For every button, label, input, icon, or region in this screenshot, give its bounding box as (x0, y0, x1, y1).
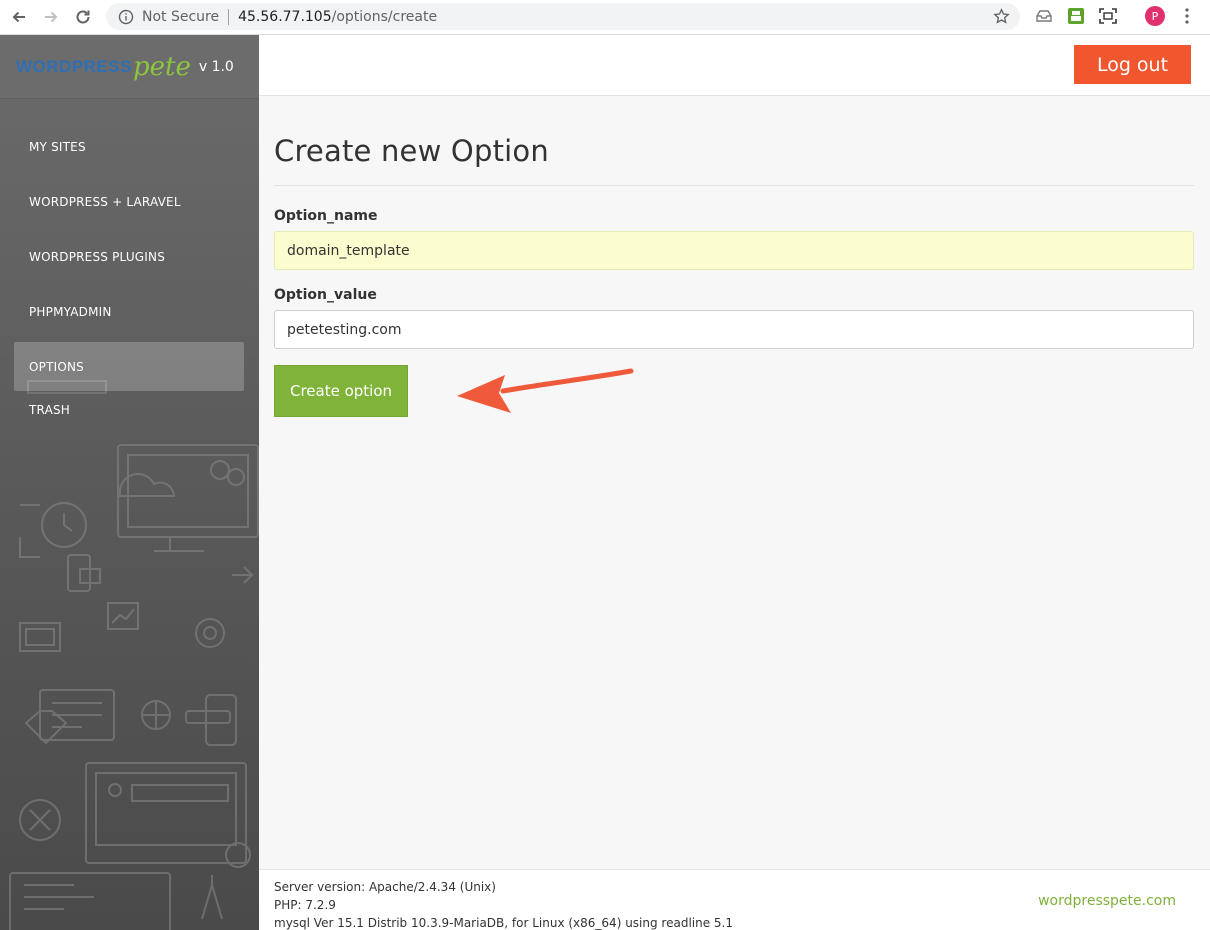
sidebar-item-label: TRASH (29, 402, 71, 417)
extension-screenshot-icon[interactable] (1098, 6, 1118, 26)
omnibox-separator (228, 8, 230, 25)
option-name-input[interactable]: domain_template (274, 231, 1194, 270)
sidebar-item-wordpress-plugins[interactable]: WORDPRESS PLUGINS (14, 232, 244, 281)
security-label: Not Secure (142, 8, 220, 25)
brand-wordpress-text: WORDPRESS (16, 56, 132, 76)
sidebar-item-trash[interactable]: TRASH (14, 385, 244, 434)
url-host: 45.56.77.105 (238, 8, 332, 25)
option-value-input[interactable]: petetesting.com (274, 310, 1194, 349)
sidebar-item-label: PHPMYADMIN (29, 304, 112, 319)
address-bar[interactable]: Not Secure 45.56.77.105/options/create (106, 3, 1020, 30)
profile-avatar[interactable]: P (1145, 6, 1165, 26)
sidebar-decoration-illustration (9, 380, 259, 930)
sidebar-item-label: MY SITES (29, 139, 86, 154)
logout-button[interactable]: Log out (1074, 45, 1191, 84)
sidebar-item-my-sites[interactable]: MY SITES (14, 122, 244, 171)
forward-icon[interactable] (38, 4, 64, 30)
sidebar-item-label: OPTIONS (29, 359, 84, 374)
option-value-label: Option_value (274, 287, 377, 303)
extension-printer-icon[interactable] (1066, 6, 1086, 26)
mysql-version: mysql Ver 15.1 Distrib 10.3.9-MariaDB, f… (274, 916, 733, 930)
option-name-label: Option_name (274, 208, 378, 224)
server-version: Server version: Apache/2.4.34 (Unix) (274, 880, 496, 894)
brand-version: v 1.0 (198, 58, 234, 75)
brand-logo[interactable]: WORDPRESS pete v 1.0 (0, 35, 259, 99)
create-option-button[interactable]: Create option (274, 365, 408, 417)
sidebar-menu: MY SITES WORDPRESS + LARAVEL WORDPRESS P… (14, 122, 244, 440)
wordpresspete-link[interactable]: wordpresspete.com (1038, 893, 1176, 909)
back-icon[interactable] (6, 4, 32, 30)
sidebar-item-label: WORDPRESS PLUGINS (29, 249, 166, 264)
sidebar-item-phpmyadmin[interactable]: PHPMYADMIN (14, 287, 244, 336)
main-content: Create new Option Option_name domain_tem… (274, 96, 1194, 417)
title-divider (274, 185, 1194, 186)
sidebar: WORDPRESS pete v 1.0 MY SITES WORDPRESS … (0, 35, 259, 930)
sidebar-item-wordpress-laravel[interactable]: WORDPRESS + LARAVEL (14, 177, 244, 226)
page-title: Create new Option (274, 134, 549, 168)
bookmark-star-icon[interactable] (993, 8, 1010, 25)
footer: Server version: Apache/2.4.34 (Unix) PHP… (259, 869, 1210, 930)
server-info: Server version: Apache/2.4.34 (Unix) PHP… (274, 878, 733, 930)
top-bar: Log out (259, 35, 1210, 96)
reload-icon[interactable] (70, 4, 96, 30)
info-icon[interactable] (118, 9, 134, 25)
annotation-arrow (457, 368, 634, 413)
php-version: PHP: 7.2.9 (274, 898, 336, 912)
brand-pete-text: pete (132, 51, 191, 82)
sidebar-item-options[interactable]: OPTIONS (14, 342, 244, 391)
browser-menu-icon[interactable] (1180, 6, 1194, 26)
sidebar-item-label: WORDPRESS + LARAVEL (29, 194, 181, 209)
url-path: /options/create (331, 8, 438, 25)
browser-toolbar: Not Secure 45.56.77.105/options/create P (0, 0, 1210, 35)
extension-inbox-icon[interactable] (1034, 6, 1054, 26)
